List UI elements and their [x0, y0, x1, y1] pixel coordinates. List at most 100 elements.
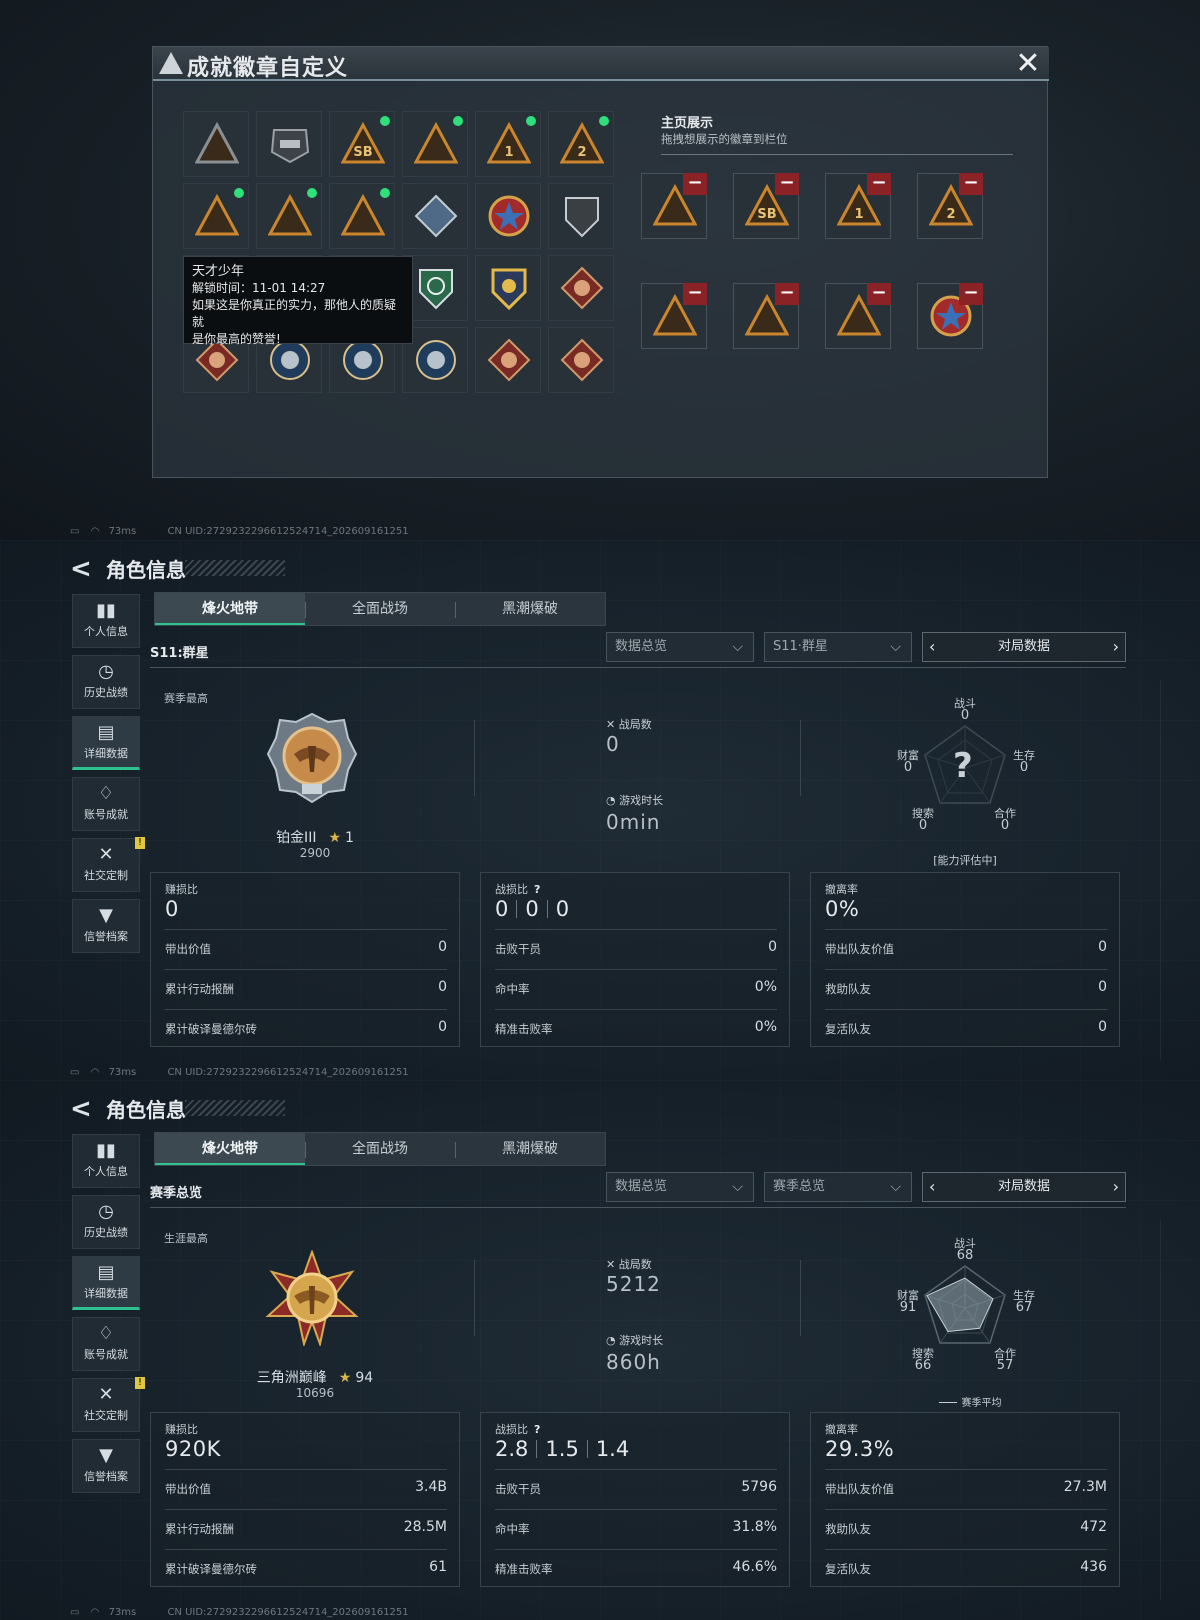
badge-section: 成就徽章自定义 ✕ SB 1 2 主页展示 拖拽想展示的徽章到栏位 − SB −1−2−… [0, 0, 1200, 540]
tooltip-title: 天才少年 [192, 264, 245, 279]
radar-combat: 战斗 0 [954, 697, 976, 723]
sidebar-item-history[interactable]: ◷ 历史战绩 [72, 655, 140, 709]
folder-icon: ▤ [97, 1262, 115, 1283]
tooltip-desc-1: 如果这是你真正的实力，那他人的质疑就 [192, 298, 397, 329]
profit-ratio-value: 0 [165, 897, 179, 921]
remove-badge-icon[interactable]: − [775, 173, 799, 195]
sidebar-item-achievements[interactable]: ♢ 账号成就 [72, 1317, 140, 1371]
badge-slot[interactable] [256, 111, 322, 177]
sidebar-item-details[interactable]: ▤ 详细数据 [72, 716, 140, 770]
badge-slot[interactable] [475, 255, 541, 321]
season-dropdown[interactable]: S11·群星 ⌵ [764, 632, 912, 662]
badge-emblem-icon [195, 194, 239, 236]
tooltip-unlock-time: 解锁时间：11-01 14:27 [192, 281, 326, 295]
chevron-left-icon[interactable]: ‹ [929, 1173, 935, 1201]
remove-badge-icon[interactable]: − [775, 283, 799, 305]
remove-badge-icon[interactable]: − [959, 283, 983, 305]
display-slot[interactable]: − [733, 283, 799, 349]
badge-slot[interactable]: 2 [548, 111, 614, 177]
radar-combat: 战斗 68 [954, 1237, 976, 1263]
radar-search: 搜索 66 [912, 1347, 934, 1373]
badge-emblem-icon [270, 129, 310, 164]
season-dropdown[interactable]: 赛季总览 ⌵ [764, 1172, 912, 1202]
badge-slot[interactable]: SB [329, 111, 395, 177]
tab-full-battlefield[interactable]: 全面战场 [305, 1133, 455, 1165]
badge-slot[interactable] [402, 183, 468, 249]
clock-icon: ◷ [98, 1201, 114, 1222]
radar-search: 搜索 0 [912, 807, 934, 833]
badge-slot[interactable] [256, 183, 322, 249]
remove-badge-icon[interactable]: − [683, 173, 707, 195]
chevron-left-icon[interactable]: ‹ [929, 633, 935, 661]
role-info-panel-career: < 角色信息 ▮▮ 个人信息 ◷ 历史战绩 ▤ 详细数据 ♢ 账号成就 ✕ 社交定制! ▼… [0, 1080, 1200, 1620]
display-slot[interactable]: − [917, 283, 983, 349]
svg-text:SB: SB [353, 145, 372, 160]
radar-wealth: 财富 91 [897, 1289, 919, 1315]
tab-warzone[interactable]: 烽火地带 [155, 593, 305, 625]
stat-row: 累计行动报酬 28.5M [165, 1509, 447, 1547]
data-type-dropdown[interactable]: 数据总览 ⌵ [606, 1172, 754, 1202]
new-indicator-icon [307, 188, 317, 198]
ping-text: 73ms [108, 526, 137, 537]
help-icon[interactable]: ? [534, 883, 540, 896]
data-type-dropdown[interactable]: 数据总览 ⌵ [606, 632, 754, 662]
badge-slot[interactable] [548, 183, 614, 249]
display-slot[interactable]: − [641, 283, 707, 349]
wifi-icon: ◠ [90, 1067, 100, 1078]
chevron-down-icon: ⌵ [732, 1179, 743, 1195]
display-slot[interactable]: 1− [825, 173, 891, 239]
matches-label: ✕ 战局数 [606, 1258, 652, 1271]
kd-box: 战损比? 2.8 1.5 1.4 击败干员 5796 命中率 31.8% 精准击败率 46… [480, 1412, 790, 1587]
remove-badge-icon[interactable]: − [683, 283, 707, 305]
sidebar-item-history[interactable]: ◷ 历史战绩 [72, 1195, 140, 1249]
badge-slot[interactable] [475, 183, 541, 249]
tab-full-battlefield[interactable]: 全面战场 [305, 593, 455, 625]
badge-slot[interactable] [475, 327, 541, 393]
sidebar-item-social[interactable]: ✕ 社交定制! [72, 837, 145, 892]
back-icon[interactable]: < [70, 1094, 92, 1124]
sidebar-item-achievements[interactable]: ♢ 账号成就 [72, 777, 140, 831]
stat-row: 救助队友 0 [825, 969, 1107, 1007]
title-decoration [185, 1100, 285, 1116]
chevron-right-icon[interactable]: › [1113, 633, 1119, 661]
display-slot[interactable]: 2− [917, 173, 983, 239]
remove-badge-icon[interactable]: − [867, 173, 891, 195]
badge-slot[interactable] [402, 111, 468, 177]
sidebar-item-reputation[interactable]: ▼ 信誉档案 [72, 1439, 140, 1493]
mode-tabs: 烽火地带 全面战场 黑潮爆破 [154, 1132, 606, 1166]
remove-badge-icon[interactable]: − [959, 173, 983, 195]
back-icon[interactable]: < [70, 554, 92, 584]
badge-slot[interactable] [183, 111, 249, 177]
playtime-value: 0min [606, 810, 661, 834]
sidebar-item-profile[interactable]: ▮▮ 个人信息 [72, 1134, 140, 1188]
badge-emblem-icon [560, 338, 604, 382]
badge-emblem-icon [414, 122, 458, 164]
stat-row: 命中率 31.8% [495, 1509, 777, 1547]
badge-slot[interactable]: 1 [475, 111, 541, 177]
display-slot[interactable]: − [825, 283, 891, 349]
badge-slot[interactable] [329, 183, 395, 249]
badge-emblem-icon [487, 338, 531, 382]
sidebar-item-profile[interactable]: ▮▮ 个人信息 [72, 594, 140, 648]
sidebar-item-details[interactable]: ▤ 详细数据 [72, 1256, 140, 1310]
radar-wealth: 财富 0 [897, 749, 919, 775]
badge-slot[interactable] [548, 255, 614, 321]
chevron-right-icon[interactable]: › [1113, 1173, 1119, 1201]
remove-badge-icon[interactable]: − [867, 283, 891, 305]
tab-breach[interactable]: 黑潮爆破 [455, 1133, 605, 1165]
playtime-label: ◔ 游戏时长 [606, 1334, 664, 1347]
radar-coop: 合作 0 [994, 807, 1016, 833]
badge-slot[interactable] [183, 183, 249, 249]
sidebar-item-social[interactable]: ✕ 社交定制! [72, 1377, 145, 1432]
star-icon: ★ [338, 1370, 352, 1386]
sidebar-item-reputation[interactable]: ▼ 信誉档案 [72, 899, 140, 953]
badge-slot[interactable] [548, 327, 614, 393]
close-icon[interactable]: ✕ [1013, 49, 1043, 79]
help-icon[interactable]: ? [534, 1423, 540, 1436]
display-slot[interactable]: SB − [733, 173, 799, 239]
kd-values: 2.8 1.5 1.4 [495, 1437, 630, 1461]
tab-breach[interactable]: 黑潮爆破 [455, 593, 605, 625]
tab-warzone[interactable]: 烽火地带 [155, 1133, 305, 1165]
badge-emblem-icon: SB [341, 122, 385, 164]
display-slot[interactable]: − [641, 173, 707, 239]
